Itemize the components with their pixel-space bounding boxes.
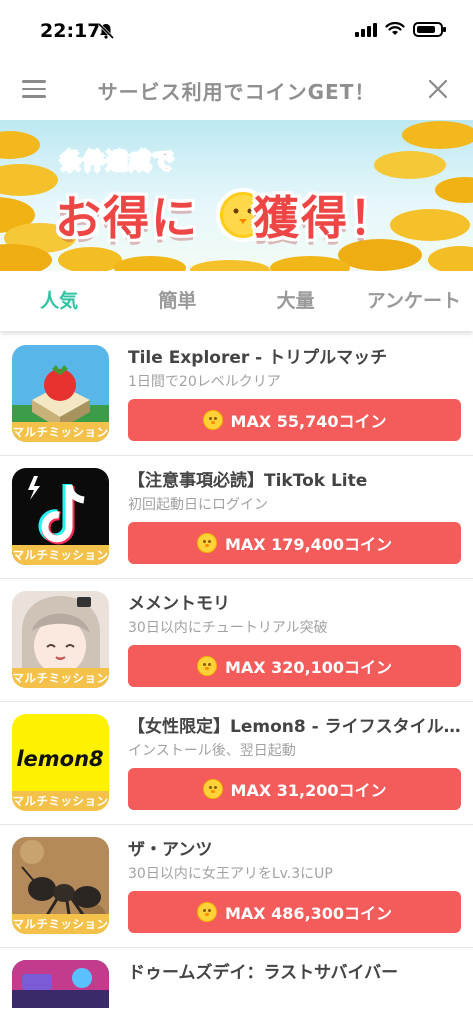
status-bar: 22:17 — [0, 0, 473, 62]
offer-condition: 初回起動日にログイン — [128, 497, 268, 513]
offer-item[interactable]: マルチミッション メメントモリ 30日以内にチュートリアル突破 MAX 320,… — [0, 579, 473, 702]
bell-off-icon — [97, 22, 115, 40]
offer-condition: インストール後、翌日起動 — [128, 743, 296, 759]
app-icon-lemon8[interactable]: lemon8 マルチミッション — [12, 714, 109, 811]
offer-title: メメントモリ — [128, 594, 230, 614]
signal-icon — [355, 22, 377, 37]
offer-title: ザ・アンツ — [128, 840, 213, 860]
reward-label: MAX 179,400コイン — [224, 535, 393, 554]
status-indicators — [355, 22, 446, 37]
multi-mission-badge: マルチミッション — [12, 914, 109, 934]
app-icon-doomsday[interactable] — [12, 960, 109, 1008]
banner-headline-small: 条件達成で — [59, 150, 176, 176]
offer-item[interactable]: マルチミッション Tile Explorer - トリプルマッチ 1日間で20レ… — [0, 333, 473, 456]
multi-mission-badge: マルチミッション — [12, 422, 109, 442]
header: サービス利用でコインGET！ — [0, 62, 473, 118]
offer-item[interactable]: マルチミッション ザ・アンツ 30日以内に女王アリをLv.3にUP MAX 48… — [0, 825, 473, 948]
coin-icon — [196, 533, 217, 553]
tab-popular[interactable]: 人気 — [0, 271, 118, 331]
page-title: サービス利用でコインGET！ — [97, 80, 376, 104]
multi-mission-badge: マルチミッション — [12, 545, 109, 565]
coin-icon — [196, 902, 217, 922]
category-tabs: 人気 簡単 大量 アンケート — [0, 271, 473, 331]
offer-item[interactable]: lemon8 マルチミッション 【女性限定】Lemon8 - ライフスタイル… … — [0, 702, 473, 825]
reward-button[interactable]: MAX 320,100コイン — [128, 645, 461, 687]
reward-button[interactable]: MAX 31,200コイン — [128, 768, 461, 810]
reward-label: MAX 320,100コイン — [224, 658, 393, 677]
reward-label: MAX 55,740コイン — [230, 412, 387, 431]
lemon8-logo-text: lemon8 — [16, 747, 103, 771]
coin-icon — [202, 779, 223, 799]
status-time: 22:17 — [40, 20, 101, 42]
reward-label: MAX 486,300コイン — [224, 904, 393, 923]
offer-title: 【女性限定】Lemon8 - ライフスタイル… — [128, 717, 461, 737]
reward-button[interactable]: MAX 486,300コイン — [128, 891, 461, 933]
battery-icon — [413, 22, 446, 37]
multi-mission-badge: マルチミッション — [12, 791, 109, 811]
offer-condition: 30日以内にチュートリアル突破 — [128, 620, 328, 636]
app-icon-memento-mori[interactable]: マルチミッション — [12, 591, 109, 688]
offer-title: ドゥームズデイ：ラストサバイバー — [128, 963, 399, 983]
multi-mission-badge: マルチミッション — [12, 668, 109, 688]
tab-survey[interactable]: アンケート — [355, 271, 473, 331]
app-icon-the-ants[interactable]: マルチミッション — [12, 837, 109, 934]
app-icon-tile-explorer[interactable]: マルチミッション — [12, 345, 109, 442]
tab-easy[interactable]: 簡単 — [118, 271, 236, 331]
offer-item[interactable]: マルチミッション 【注意事項必読】TikTok Lite 初回起動日にログイン … — [0, 456, 473, 579]
offer-title: Tile Explorer - トリプルマッチ — [128, 348, 388, 368]
wifi-icon — [385, 22, 405, 35]
reward-button[interactable]: MAX 179,400コイン — [128, 522, 461, 564]
app-icon-tiktok-lite[interactable]: マルチミッション — [12, 468, 109, 565]
reward-label: MAX 31,200コイン — [230, 781, 387, 800]
coin-icon — [196, 656, 217, 676]
promo-banner[interactable]: 条件達成で お得に 獲得！ — [0, 120, 473, 271]
close-icon[interactable] — [427, 78, 449, 100]
offer-condition: 1日間で20レベルクリア — [128, 374, 281, 390]
banner-headline-large: お得に 獲得！ — [55, 191, 397, 245]
tab-large[interactable]: 大量 — [237, 271, 355, 331]
offer-list: マルチミッション Tile Explorer - トリプルマッチ 1日間で20レ… — [0, 333, 473, 1008]
offer-condition: 30日以内に女王アリをLv.3にUP — [128, 866, 333, 882]
reward-button[interactable]: MAX 55,740コイン — [128, 399, 461, 441]
offer-item[interactable]: ドゥームズデイ：ラストサバイバー — [0, 948, 473, 1008]
offer-title: 【注意事項必読】TikTok Lite — [128, 471, 368, 491]
coin-icon — [202, 410, 223, 430]
